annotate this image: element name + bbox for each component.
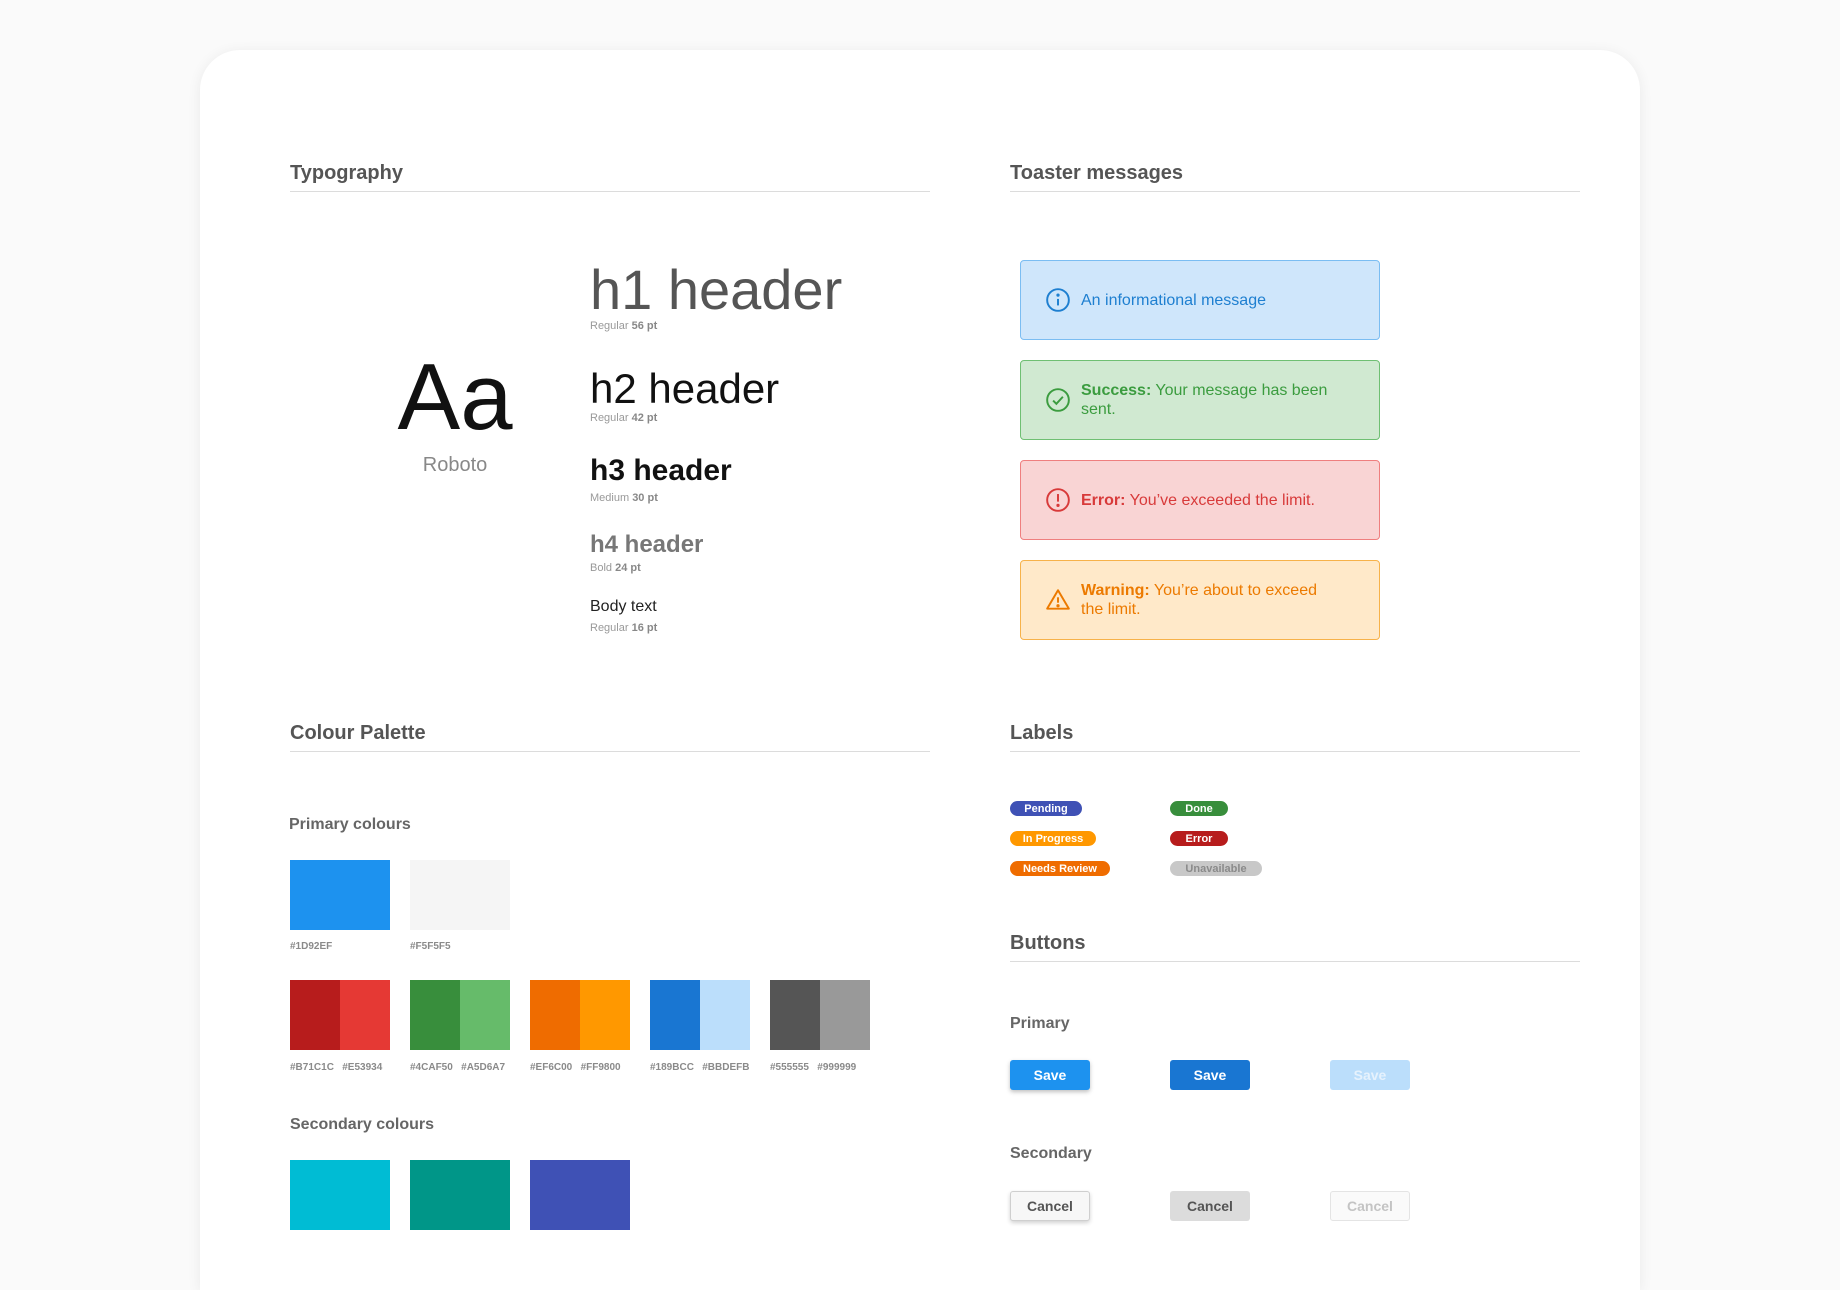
swatch-red-dark bbox=[290, 980, 340, 1050]
toast-error-text: Error: You’ve exceeded the limit. bbox=[1081, 491, 1315, 509]
secondary-cancel-button-hover[interactable]: Cancel bbox=[1170, 1191, 1250, 1221]
toast-success[interactable]: Success: Your message has been sent. bbox=[1020, 360, 1380, 440]
colour-palette-section-title: Colour Palette bbox=[290, 722, 930, 752]
warning-triangle-icon bbox=[1046, 589, 1070, 610]
toaster-section-title: Toaster messages bbox=[1010, 162, 1580, 192]
toast-error[interactable]: Error: You’ve exceeded the limit. bbox=[1020, 460, 1380, 540]
primary-save-button-hover[interactable]: Save bbox=[1170, 1060, 1250, 1090]
h3-meta: Medium 30 pt bbox=[590, 492, 658, 504]
buttons-secondary-title: Secondary bbox=[1010, 1145, 1092, 1162]
font-name: Roboto bbox=[422, 454, 488, 476]
toast-warning[interactable]: Warning: You’re about to exceed the limi… bbox=[1020, 560, 1380, 640]
check-circle-icon bbox=[1046, 388, 1070, 412]
h4-sample: h4 header bbox=[590, 531, 704, 558]
swatch-orange-label: #EF6C00 #FF9800 bbox=[530, 1062, 621, 1073]
swatch-red-light bbox=[340, 980, 390, 1050]
swatch-primary-blue bbox=[290, 860, 390, 930]
toast-success-text: Success: Your message has been sent. bbox=[1081, 382, 1328, 418]
secondary-colours-title: Secondary colours bbox=[290, 1116, 435, 1133]
body-meta: Regular 16 pt bbox=[590, 622, 658, 634]
font-sample: Aa bbox=[397, 344, 513, 449]
h3-sample: h3 header bbox=[590, 454, 732, 487]
h4-meta: Bold 24 pt bbox=[590, 562, 641, 574]
primary-save-button[interactable]: Save bbox=[1010, 1060, 1090, 1090]
swatch-secondary-cyan bbox=[290, 1160, 390, 1230]
swatch-green-label: #4CAF50 #A5D6A7 bbox=[410, 1062, 506, 1073]
label-error: Error bbox=[1170, 831, 1228, 846]
buttons-section-title: Buttons bbox=[1010, 932, 1580, 962]
swatch-secondary-teal bbox=[410, 1160, 510, 1230]
swatch-green-dark bbox=[410, 980, 460, 1050]
typography-section-title: Typography bbox=[290, 162, 930, 192]
label-done: Done bbox=[1170, 801, 1228, 816]
swatch-green-light bbox=[460, 980, 510, 1050]
swatch-blue-light bbox=[700, 980, 750, 1050]
swatch-orange-dark bbox=[530, 980, 580, 1050]
label-unavailable: Unavailable bbox=[1170, 861, 1262, 876]
swatch-orange-light bbox=[580, 980, 630, 1050]
info-icon bbox=[1046, 288, 1070, 312]
toast-info-text: An informational message bbox=[1081, 291, 1266, 309]
label-pending: Pending bbox=[1010, 801, 1082, 816]
h2-meta: Regular 42 pt bbox=[590, 412, 658, 424]
buttons-primary-title: Primary bbox=[1010, 1015, 1070, 1032]
toast-warning-text: Warning: You’re about to exceed the limi… bbox=[1081, 582, 1317, 618]
swatch-primary-grey bbox=[410, 860, 510, 930]
swatch-secondary-indigo bbox=[530, 1160, 630, 1230]
toast-info[interactable]: An informational message bbox=[1020, 260, 1380, 340]
swatch-blue-dark bbox=[650, 980, 700, 1050]
h1-meta: Regular 56 pt bbox=[590, 320, 658, 332]
swatch-grey-light bbox=[820, 980, 870, 1050]
swatch-primary-grey-label: #F5F5F5 bbox=[410, 941, 451, 952]
primary-save-button-disabled: Save bbox=[1330, 1060, 1410, 1090]
label-needs-review: Needs Review bbox=[1010, 861, 1110, 876]
primary-colours-title: Primary colours bbox=[289, 816, 411, 833]
swatch-red-label: #B71C1C #E53934 bbox=[290, 1062, 383, 1073]
swatch-primary-blue-label: #1D92EF bbox=[290, 941, 333, 952]
body-sample: Body text bbox=[590, 598, 657, 615]
style-guide-card: Typography Aa Roboto h1 header Regular 5… bbox=[200, 50, 1640, 1290]
label-in-progress: In Progress bbox=[1010, 831, 1096, 846]
labels-section-title: Labels bbox=[1010, 722, 1580, 752]
error-circle-icon bbox=[1046, 488, 1070, 512]
swatch-grey-label: #555555 #999999 bbox=[770, 1062, 857, 1073]
h2-sample: h2 header bbox=[590, 365, 780, 412]
h1-sample: h1 header bbox=[590, 258, 843, 321]
secondary-cancel-button-disabled: Cancel bbox=[1330, 1191, 1410, 1221]
swatch-blue-label: #189BCC #BBDEFB bbox=[650, 1062, 750, 1073]
swatch-grey-dark bbox=[770, 980, 820, 1050]
secondary-cancel-button[interactable]: Cancel bbox=[1010, 1191, 1090, 1221]
